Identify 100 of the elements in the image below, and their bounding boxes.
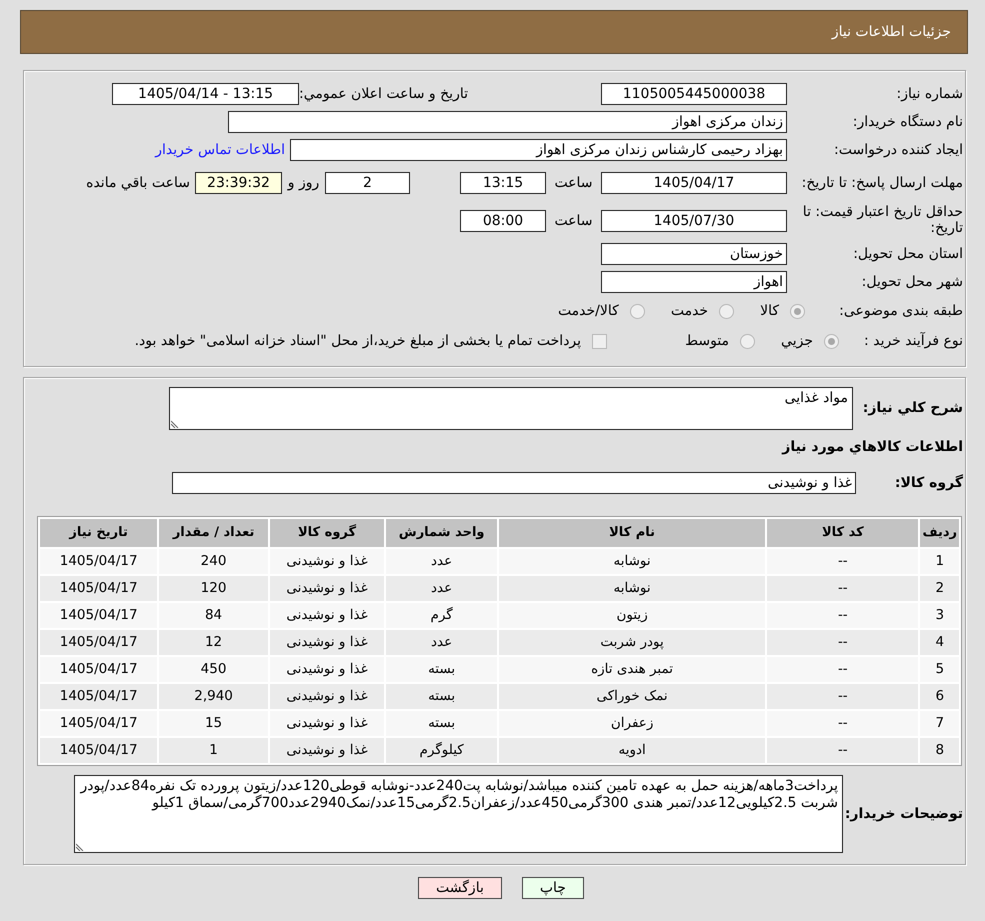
resize-grip-icon[interactable] bbox=[171, 420, 179, 428]
table-cell: عدد bbox=[386, 576, 498, 601]
column-header: کد کالا bbox=[767, 519, 918, 547]
table-cell: 5 bbox=[920, 657, 959, 682]
table-cell: گرم bbox=[386, 603, 498, 628]
table-cell: 1405/04/17 bbox=[40, 549, 158, 574]
column-header: واحد شمارش bbox=[386, 519, 498, 547]
field-label: ساعت bbox=[554, 212, 593, 228]
description-field[interactable]: مواد غذایی bbox=[169, 387, 853, 430]
table-cell: 3 bbox=[920, 603, 959, 628]
checkbox-label: پرداخت تمام یا بخشی از مبلغ خرید،از محل "اسناد خزانه اسلامی" خواهد بود. bbox=[134, 332, 582, 350]
table-cell: ادویه bbox=[499, 738, 766, 763]
table-cell: 240 bbox=[159, 549, 268, 574]
table-cell: بسته bbox=[386, 657, 498, 682]
table-cell: پودر شربت bbox=[499, 630, 766, 655]
table-cell: 1405/04/17 bbox=[40, 630, 158, 655]
table-cell: زعفران bbox=[499, 711, 766, 736]
table-cell: نوشابه bbox=[499, 549, 766, 574]
table-cell: 1405/04/17 bbox=[40, 738, 158, 763]
buyer-contact-link[interactable]: اطلاعات تماس خریدار bbox=[155, 140, 285, 160]
table-cell: 12 bbox=[159, 630, 268, 655]
field-label: حداقل تاریخ اعتبار قیمت: تا تاریخ: bbox=[802, 204, 963, 236]
goods-group-field[interactable]: غذا و نوشیدنی bbox=[172, 472, 856, 494]
radio-label: جزيي bbox=[781, 332, 813, 350]
radio-label: خدمت bbox=[670, 302, 708, 320]
remaining-time-field[interactable]: 23:39:32 bbox=[195, 172, 282, 194]
table-cell: 2,940 bbox=[159, 684, 268, 709]
table-cell: -- bbox=[767, 711, 918, 736]
table-cell: 1405/04/17 bbox=[40, 684, 158, 709]
table-cell: غذا و نوشیدنی bbox=[270, 549, 384, 574]
field-label: ساعت bbox=[554, 174, 593, 190]
table-cell: غذا و نوشیدنی bbox=[270, 576, 384, 601]
radio-label: کالا/خدمت bbox=[558, 302, 619, 320]
validity-date-field[interactable]: 1405/07/30 bbox=[601, 210, 787, 232]
table-cell: غذا و نوشیدنی bbox=[270, 684, 384, 709]
field-label: گروه کالا: bbox=[894, 474, 963, 490]
page-title: جزئیات اطلاعات نیاز bbox=[832, 22, 951, 42]
table-cell: عدد bbox=[386, 549, 498, 574]
deadline-time-field[interactable]: 13:15 bbox=[460, 172, 546, 194]
table-cell: -- bbox=[767, 630, 918, 655]
need-number-field[interactable]: 1105005445000038 bbox=[601, 83, 787, 105]
table-cell: 1405/04/17 bbox=[40, 576, 158, 601]
column-header: ردیف bbox=[920, 519, 959, 547]
field-label: توضیحات خریدار: bbox=[844, 806, 963, 822]
field-label: ساعت باقي مانده bbox=[86, 174, 190, 190]
buyer-name-field[interactable]: زندان مرکزی اهواز bbox=[228, 111, 787, 133]
column-header: نام کالا bbox=[499, 519, 766, 547]
table-cell: 8 bbox=[920, 738, 959, 763]
field-label: استان محل تحویل: bbox=[853, 246, 963, 262]
table-cell: کیلوگرم bbox=[386, 738, 498, 763]
field-label: ایجاد کننده درخواست: bbox=[834, 142, 963, 158]
field-label: شماره نیاز: bbox=[896, 86, 963, 102]
print-button[interactable]: چاپ bbox=[522, 877, 584, 899]
table-cell: نوشابه bbox=[499, 576, 766, 601]
table-cell: غذا و نوشیدنی bbox=[270, 711, 384, 736]
column-header: گروه کالا bbox=[270, 519, 384, 547]
table-cell: تمبر هندی تازه bbox=[499, 657, 766, 682]
validity-time-field[interactable]: 08:00 bbox=[460, 210, 546, 232]
resize-grip-icon[interactable] bbox=[76, 843, 84, 851]
province-field[interactable]: خوزستان bbox=[601, 243, 787, 265]
announce-date-field[interactable]: 1405/04/14 - 13:15 bbox=[112, 83, 300, 105]
table-cell: 7 bbox=[920, 711, 959, 736]
field-label: شهر محل تحویل: bbox=[862, 274, 963, 290]
table-cell: زیتون bbox=[499, 603, 766, 628]
table-cell: 6 bbox=[920, 684, 959, 709]
table-cell: 2 bbox=[920, 576, 959, 601]
table-cell: -- bbox=[767, 684, 918, 709]
table-cell: 1 bbox=[920, 549, 959, 574]
field-label: مهلت ارسال پاسخ: تا تاریخ: bbox=[802, 174, 963, 190]
table-cell: 1405/04/17 bbox=[40, 711, 158, 736]
table-cell: غذا و نوشیدنی bbox=[270, 738, 384, 763]
table-cell: -- bbox=[767, 657, 918, 682]
table-cell: 120 bbox=[159, 576, 268, 601]
city-field[interactable]: اهواز bbox=[601, 271, 787, 293]
field-label: روز و bbox=[288, 174, 320, 190]
field-label: نام دستگاه خریدار: bbox=[852, 114, 963, 130]
table-cell: 15 bbox=[159, 711, 268, 736]
field-label: طبقه بندی موضوعی: bbox=[839, 302, 963, 318]
radio-label: متوسط bbox=[685, 332, 730, 350]
table-cell: نمک خوراکی bbox=[499, 684, 766, 709]
table-cell: -- bbox=[767, 738, 918, 763]
table-cell: عدد bbox=[386, 630, 498, 655]
table-cell: بسته bbox=[386, 711, 498, 736]
table-cell: -- bbox=[767, 549, 918, 574]
description-text: مواد غذایی bbox=[784, 390, 848, 406]
table-cell: -- bbox=[767, 603, 918, 628]
section-title: اطلاعات کالاهاي مورد نیاز bbox=[782, 438, 963, 456]
requester-field[interactable]: بهزاد رحیمی کارشناس زندان مرکزی اهواز bbox=[290, 139, 787, 161]
deadline-date-field[interactable]: 1405/04/17 bbox=[601, 172, 787, 194]
field-label: تاریخ و ساعت اعلان عمومي: bbox=[299, 86, 468, 102]
days-field[interactable]: 2 bbox=[325, 172, 410, 194]
table-cell: غذا و نوشیدنی bbox=[270, 657, 384, 682]
back-button[interactable]: بازگشت bbox=[418, 877, 502, 899]
field-label: شرح کلي نیاز: bbox=[862, 400, 963, 416]
table-cell: 1 bbox=[159, 738, 268, 763]
column-header: تاریخ نیاز bbox=[40, 519, 158, 547]
buyer-notes-field[interactable] bbox=[74, 775, 843, 853]
table-cell: 1405/04/17 bbox=[40, 603, 158, 628]
table-cell: 1405/04/17 bbox=[40, 657, 158, 682]
column-header: تعداد / مقدار bbox=[159, 519, 268, 547]
